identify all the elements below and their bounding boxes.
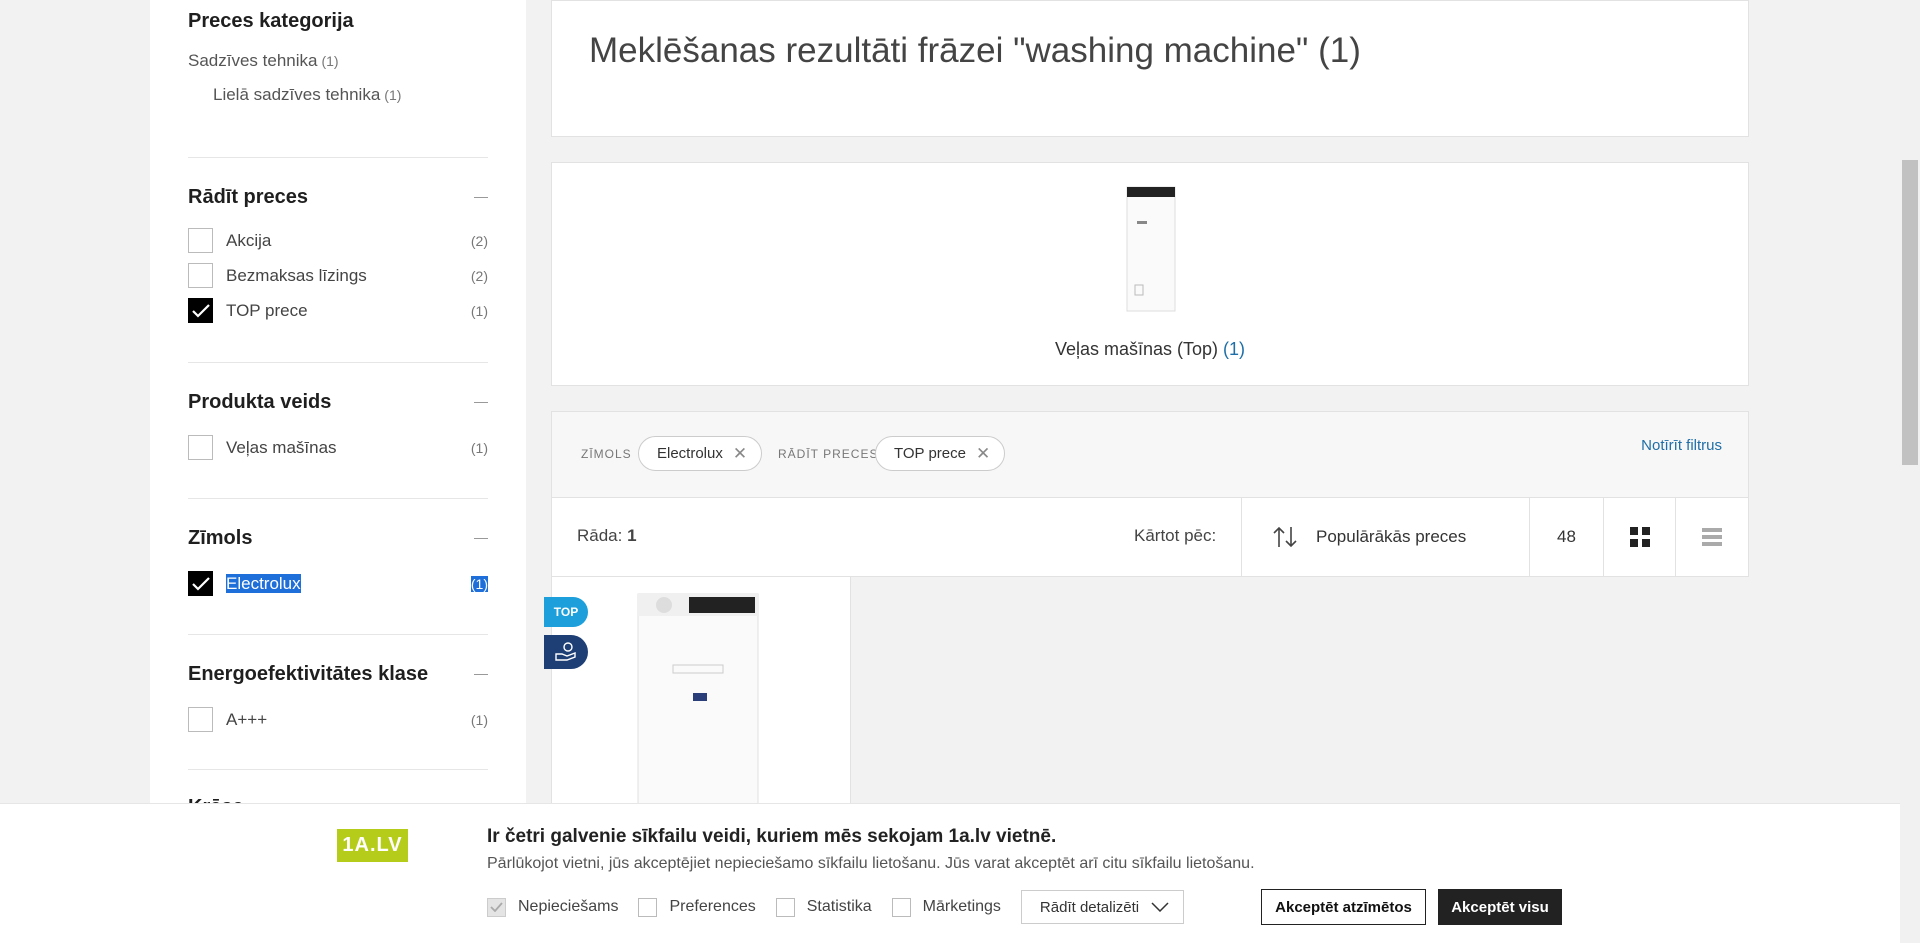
check-icon: [490, 902, 503, 912]
filter-option-a-plus[interactable]: A+++ (1): [188, 702, 488, 737]
category-section: Preces kategorija Sadzīves tehnika (1) Li…: [188, 0, 488, 158]
leasing-badge: [544, 635, 588, 669]
brand-title[interactable]: Zīmols: [188, 527, 488, 550]
show-products-title[interactable]: Rādīt preces: [188, 186, 488, 209]
search-title-card: Meklēšanas rezultāti frāzei "washing mac…: [551, 0, 1749, 137]
collapse-icon[interactable]: [474, 538, 488, 539]
checkbox-checked[interactable]: [188, 571, 213, 596]
category-title: Preces kategorija: [188, 10, 354, 32]
cookie-text: Pārlūkojot vietni, jūs akceptējiet nepie…: [487, 855, 1255, 872]
checkbox[interactable]: [188, 263, 213, 288]
page-scrollbar[interactable]: [1900, 0, 1920, 943]
cookie-options: Nepieciešams Preferences Statistika Mārk…: [487, 889, 1184, 925]
close-icon[interactable]: ✕: [733, 444, 747, 464]
product-type-section: Produkta veids Veļas mašīnas (1): [188, 363, 488, 499]
collapse-icon[interactable]: [474, 402, 488, 403]
clear-filters-link[interactable]: Notīrīt filtrus: [1641, 437, 1722, 454]
hand-coin-icon: [555, 642, 576, 661]
filter-option-electrolux[interactable]: Electrolux (1): [188, 566, 488, 601]
brand-section: Zīmols Electrolux (1): [188, 499, 488, 635]
category-card-count: (1): [1223, 339, 1246, 359]
close-icon[interactable]: ✕: [976, 444, 990, 464]
page-title: Meklēšanas rezultāti frāzei "washing mac…: [589, 31, 1361, 70]
sort-value: Populārākās preces: [1316, 527, 1467, 546]
cookie-title: Ir četri galvenie sīkfailu veidi, kuriem…: [487, 826, 1057, 847]
filter-chip-top-prece[interactable]: TOP prece ✕: [875, 436, 1006, 471]
check-icon: [191, 303, 210, 318]
checkbox[interactable]: [775, 897, 795, 917]
results-count: Rāda: 1: [577, 526, 637, 545]
category-link-large-appliances[interactable]: Lielā sadzīves tehnika (1): [188, 85, 488, 105]
washing-machine-thumbnail[interactable]: [1125, 185, 1177, 313]
show-filter-label: RĀDĪT PRECES: [778, 447, 879, 461]
filter-option-akcija[interactable]: Akcija (2): [188, 223, 488, 258]
cookie-option-necessary: Nepieciešams: [487, 897, 618, 917]
check-icon: [191, 576, 210, 591]
sort-select[interactable]: Populārākās preces: [1241, 498, 1530, 576]
sort-arrows-icon: [1273, 526, 1297, 548]
collapse-icon[interactable]: [474, 197, 488, 198]
checkbox[interactable]: [188, 707, 213, 732]
filter-chip-electrolux[interactable]: Electrolux ✕: [638, 436, 763, 471]
checkbox-checked[interactable]: [188, 298, 213, 323]
checkbox[interactable]: [638, 897, 658, 917]
checkbox[interactable]: [188, 435, 213, 460]
product-image[interactable]: [637, 593, 759, 807]
list-view-icon: [1702, 528, 1722, 546]
grid-view-button[interactable]: [1604, 498, 1676, 576]
site-logo: 1A.LV: [337, 829, 408, 862]
show-products-section: Rādīt preces Akcija (2) Bezmaksas līzing…: [188, 158, 488, 363]
cookie-option-marketing[interactable]: Mārketings: [891, 897, 1001, 917]
category-card[interactable]: Veļas mašīnas (Top) (1): [551, 162, 1749, 386]
filter-option-top-prece[interactable]: TOP prece (1): [188, 293, 488, 328]
chevron-down-icon: [1151, 902, 1169, 912]
show-details-button[interactable]: Rādīt detalizēti: [1020, 890, 1184, 924]
top-badge: TOP: [544, 597, 588, 627]
product-type-title[interactable]: Produkta veids: [188, 391, 488, 414]
active-filters-bar: ZĪMOLS Electrolux ✕ RĀDĪT PRECES TOP prec…: [551, 411, 1749, 498]
energy-title[interactable]: Energoefektivitātes klase: [188, 663, 488, 686]
accept-all-button[interactable]: Akceptēt visu: [1438, 889, 1562, 925]
sort-label: Kārtot pēc:: [1134, 526, 1217, 545]
filter-option-free-leasing[interactable]: Bezmaksas līzings (2): [188, 258, 488, 293]
grid-view-icon: [1629, 527, 1650, 547]
scrollbar-thumb[interactable]: [1902, 160, 1918, 465]
product-card[interactable]: TOP: [544, 576, 851, 807]
category-card-label[interactable]: Veļas mašīnas (Top) (1): [552, 339, 1748, 360]
results-toolbar: Rāda: 1 Kārtot pēc: Populārākās preces 4…: [551, 497, 1749, 577]
checkbox[interactable]: [188, 228, 213, 253]
list-view-button[interactable]: [1676, 498, 1748, 576]
per-page-select[interactable]: 48: [1530, 498, 1604, 576]
filter-sidebar: Preces kategorija Sadzīves tehnika (1) Li…: [150, 0, 526, 943]
filter-option-washing-machines[interactable]: Veļas mašīnas (1): [188, 430, 488, 465]
cookie-banner: 1A.LV Ir četri galvenie sīkfailu veidi, …: [0, 803, 1900, 943]
accept-selected-button[interactable]: Akceptēt atzīmētos: [1261, 889, 1426, 925]
energy-section: Energoefektivitātes klase A+++ (1): [188, 635, 488, 770]
category-link-household[interactable]: Sadzīves tehnika (1): [188, 51, 488, 71]
cookie-option-statistics[interactable]: Statistika: [775, 897, 872, 917]
checkbox[interactable]: [891, 897, 911, 917]
cookie-option-preferences[interactable]: Preferences: [638, 897, 756, 917]
brand-filter-label: ZĪMOLS: [581, 447, 632, 461]
collapse-icon[interactable]: [474, 674, 488, 675]
checkbox-disabled: [487, 897, 506, 917]
